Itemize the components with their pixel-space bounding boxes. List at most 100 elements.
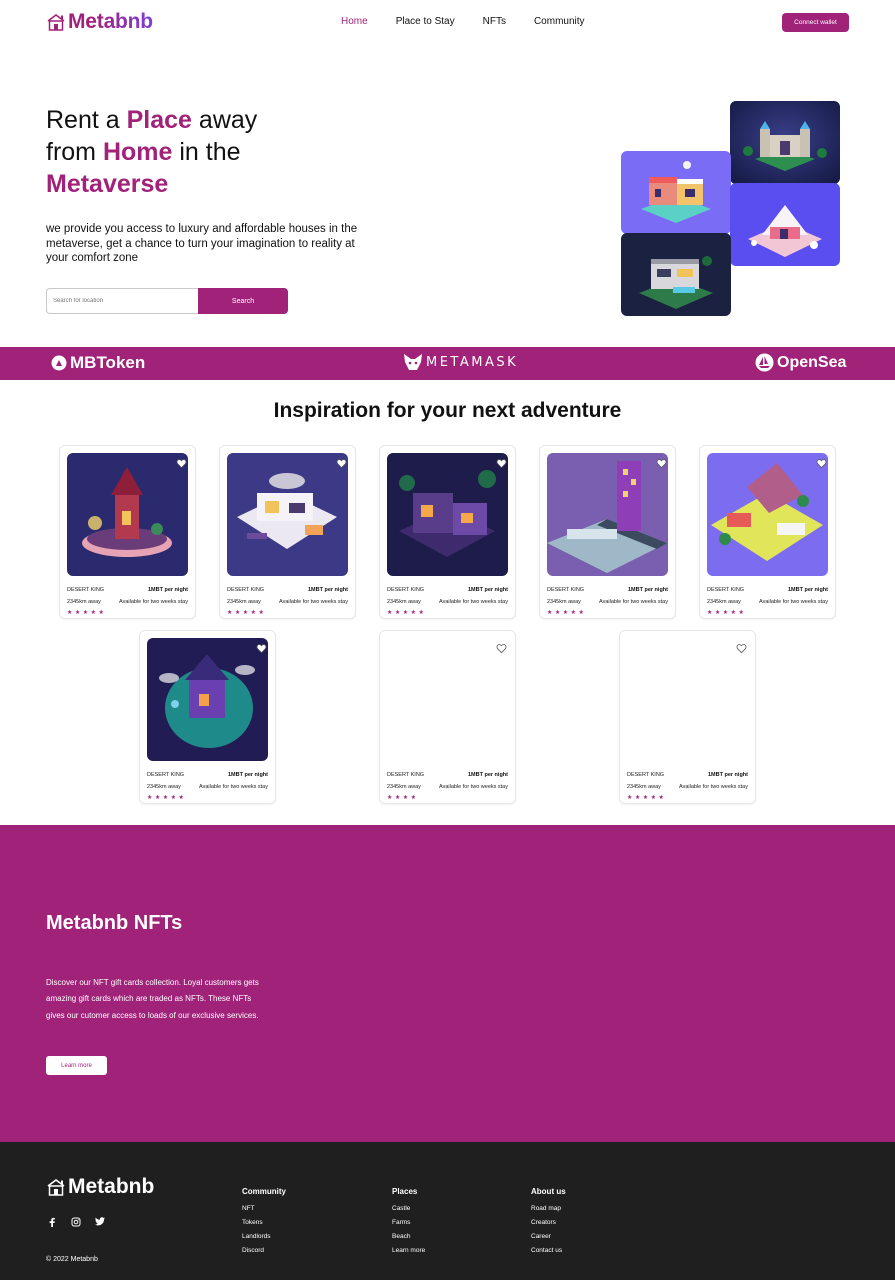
property-availability: Available for two weeks stay — [199, 784, 268, 790]
hero-title-part: away — [198, 106, 258, 134]
social-links — [46, 1216, 105, 1227]
property-price: 1MBT per night — [307, 587, 348, 593]
nav-community[interactable]: Community — [534, 16, 585, 27]
property-price: 1MBT per night — [707, 772, 748, 778]
footer-link-tokens[interactable]: Tokens — [242, 1218, 286, 1232]
property-card[interactable]: DESERT KING 1MBT per night 2345km away Avai… — [139, 630, 276, 804]
nav-links: Home Place to Stay NFTs Community — [341, 16, 613, 27]
hero-title-part: Rent a — [46, 106, 120, 134]
star-rating: ★★★★★ — [147, 795, 187, 801]
hero-tile-villa — [621, 233, 731, 316]
card-title-row: DESERT KING 1MBT per night — [387, 772, 508, 778]
nav-home[interactable]: Home — [341, 16, 368, 27]
hero-title-highlight: Home — [102, 138, 173, 166]
partner-metamask-label: METAMASK — [426, 354, 519, 370]
property-card[interactable]: DESERT KING 1MBT per night 2345km away Avai… — [539, 445, 676, 619]
footer-link-contact-us[interactable]: Contact us — [531, 1246, 566, 1260]
card-meta-row: 2345km away Available for two weeks stay — [67, 599, 188, 605]
nav-nfts[interactable]: NFTs — [483, 16, 506, 27]
property-name: DESERT KING — [67, 587, 105, 593]
heart-icon[interactable] — [736, 641, 747, 654]
footer-link-career[interactable]: Career — [531, 1232, 566, 1246]
property-price: 1MBT per night — [627, 587, 668, 593]
footer-link-landlords[interactable]: Landlords — [242, 1232, 286, 1246]
footer-logo[interactable]: Metabnb — [46, 1175, 154, 1199]
connect-wallet-button[interactable]: Connect wallet — [782, 13, 849, 32]
heart-icon[interactable] — [656, 456, 667, 469]
property-card[interactable]: DESERT KING 1MBT per night 2345km away Avai… — [619, 630, 756, 804]
footer-logo-text: Metabnb — [68, 1175, 155, 1198]
property-card[interactable]: DESERT KING 1MBT per night 2345km away Avai… — [379, 630, 516, 804]
star-rating: ★★★★★ — [547, 610, 587, 616]
property-image — [627, 638, 748, 761]
property-name: DESERT KING — [387, 772, 425, 778]
footer-col-heading: Community — [242, 1187, 286, 1196]
nft-description: Discover our NFT gift cards collection. … — [46, 978, 259, 1020]
card-meta-row: 2345km away Available for two weeks stay — [387, 599, 508, 605]
footer-link-beach[interactable]: Beach — [392, 1232, 425, 1246]
property-availability: Available for two weeks stay — [439, 784, 508, 790]
star-rating: ★★★★ — [387, 795, 419, 801]
property-distance: 2345km away — [387, 599, 421, 605]
heart-icon[interactable] — [256, 641, 267, 654]
hero-title: Rent a Place away from Home in the Metav… — [46, 104, 257, 200]
property-image — [387, 453, 508, 576]
search-input[interactable] — [46, 288, 198, 314]
property-price: 1MBT per night — [147, 587, 188, 593]
heart-icon[interactable] — [496, 641, 507, 654]
footer-link-castle[interactable]: Castle — [392, 1204, 425, 1218]
search-bar: Search — [46, 288, 288, 314]
property-card[interactable]: DESERT KING 1MBT per night 2345km away Avai… — [219, 445, 356, 619]
heart-icon[interactable] — [176, 456, 187, 469]
partner-mbtoken[interactable]: MBToken — [51, 353, 145, 373]
search-button[interactable]: Search — [198, 288, 288, 314]
footer-link-learn-more[interactable]: Learn more — [392, 1246, 425, 1260]
footer-link-discord[interactable]: Discord — [242, 1246, 286, 1260]
heart-icon[interactable] — [496, 456, 507, 469]
property-distance: 2345km away — [147, 784, 181, 790]
property-image — [387, 638, 508, 761]
footer-link-nft[interactable]: NFT — [242, 1204, 286, 1218]
property-distance: 2345km away — [227, 599, 261, 605]
property-card[interactable]: DESERT KING 1MBT per night 2345km away Avai… — [699, 445, 836, 619]
nft-title: Metabnb NFTs — [46, 912, 183, 934]
instagram-icon[interactable] — [70, 1216, 81, 1227]
footer-col-places: Places Castle Farms Beach Learn more — [392, 1187, 425, 1260]
house-logo-icon — [47, 1179, 65, 1196]
card-title-row: DESERT KING 1MBT per night — [547, 587, 668, 593]
property-image — [707, 453, 828, 576]
footer-link-creators[interactable]: Creators — [531, 1218, 566, 1232]
property-card[interactable]: DESERT KING 1MBT per night 2345km away Avai… — [379, 445, 516, 619]
partner-bar: MBToken METAMASK OpenSea — [0, 347, 895, 380]
hero-subtitle: we provide you access to luxury and affo… — [46, 223, 358, 264]
twitter-icon[interactable] — [94, 1216, 105, 1227]
star-rating: ★★★★★ — [67, 610, 107, 616]
property-availability: Available for two weeks stay — [439, 599, 508, 605]
footer-col-heading: About us — [531, 1187, 566, 1196]
nav-place-to-stay[interactable]: Place to Stay — [396, 16, 455, 27]
star-rating: ★★★★★ — [707, 610, 747, 616]
card-title-row: DESERT KING 1MBT per night — [227, 587, 348, 593]
star-rating: ★★★★★ — [227, 610, 267, 616]
footer-link-road-map[interactable]: Road map — [531, 1204, 566, 1218]
star-rating: ★★★★★ — [387, 610, 427, 616]
card-meta-row: 2345km away Available for two weeks stay — [547, 599, 668, 605]
footer-col-about: About us Road map Creators Career Contac… — [531, 1187, 566, 1260]
learn-more-button[interactable]: Learn more — [46, 1056, 107, 1075]
copyright: © 2022 Metabnb — [46, 1256, 98, 1263]
hero-tile-market — [621, 151, 731, 234]
card-meta-row: 2345km away Available for two weeks stay — [707, 599, 828, 605]
top-nav: Metabnb Home Place to Stay NFTs Communit… — [0, 0, 895, 46]
property-card[interactable]: DESERT KING 1MBT per night 2345km away Avai… — [59, 445, 196, 619]
heart-icon[interactable] — [816, 456, 827, 469]
footer-col-community: Community NFT Tokens Landlords Discord — [242, 1187, 286, 1260]
heart-icon[interactable] — [336, 456, 347, 469]
card-title-row: DESERT KING 1MBT per night — [627, 772, 748, 778]
card-meta-row: 2345km away Available for two weeks stay — [227, 599, 348, 605]
house-logo-icon — [47, 14, 65, 31]
facebook-icon[interactable] — [46, 1216, 57, 1227]
nav-logo[interactable]: Metabnb — [46, 10, 153, 34]
footer-link-farms[interactable]: Farms — [392, 1218, 425, 1232]
partner-opensea[interactable]: OpenSea — [755, 353, 846, 372]
partner-metamask[interactable]: METAMASK — [403, 353, 518, 371]
